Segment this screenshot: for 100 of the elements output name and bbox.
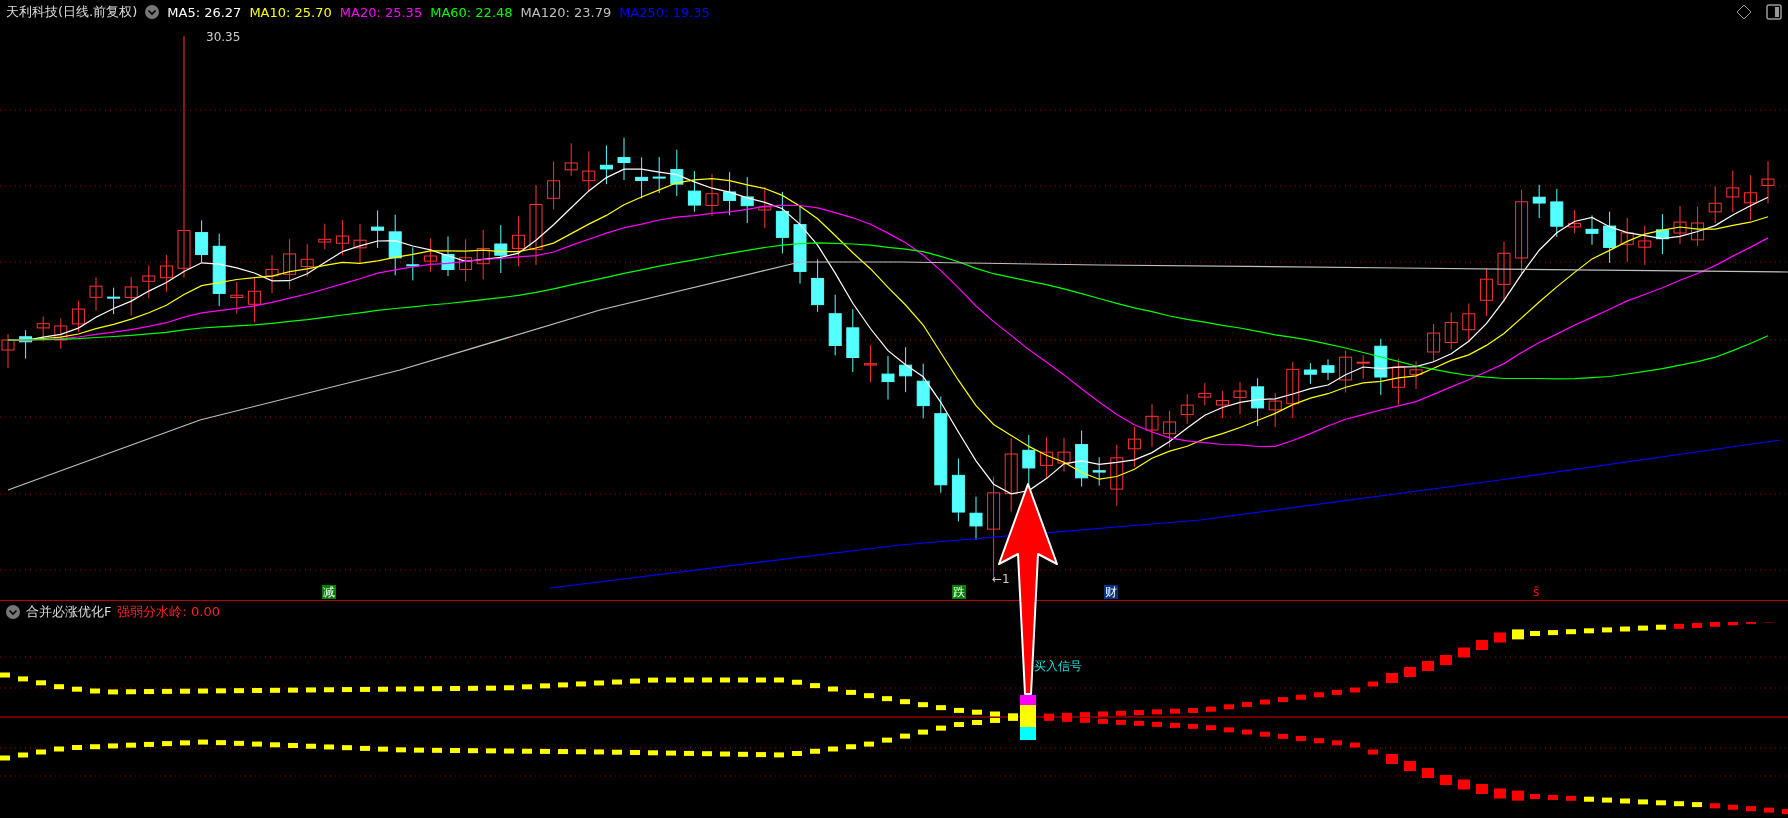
- candlestick: [758, 186, 772, 229]
- candlestick: [1092, 456, 1106, 487]
- candlestick: [1550, 188, 1564, 238]
- candlestick: [1356, 354, 1370, 379]
- candlestick: [300, 243, 314, 278]
- candlestick: [1075, 430, 1089, 488]
- candlestick: [283, 238, 297, 290]
- candlestick: [899, 346, 913, 393]
- candlestick: [1127, 426, 1141, 468]
- candlestick: [335, 219, 349, 256]
- candlestick: [547, 160, 561, 210]
- buy-signal-bar: [1020, 695, 1036, 740]
- candlestick: [459, 238, 473, 282]
- candlestick: [124, 276, 138, 316]
- event-marker[interactable]: ŝ: [1532, 585, 1541, 599]
- candlestick: [1726, 170, 1740, 213]
- candlestick: [652, 156, 666, 194]
- candlestick: [811, 258, 825, 313]
- candlestick: [54, 317, 68, 350]
- candlestick: [195, 219, 209, 263]
- candlestick: [687, 170, 701, 213]
- candlestick: [71, 300, 85, 333]
- moving-average-label: MA250: 19.35: [619, 4, 710, 20]
- moving-average-label: MA60: 22.48: [430, 4, 513, 20]
- candlestick: [1567, 209, 1581, 234]
- moving-average-label: MA5: 26.27: [167, 4, 242, 20]
- candlestick: [1286, 361, 1300, 419]
- candlestick: [863, 344, 877, 383]
- event-marker[interactable]: 跌: [952, 585, 966, 599]
- candlestick: [599, 144, 613, 185]
- candlestick: [1444, 312, 1458, 350]
- candlestick: [916, 363, 930, 419]
- candlestick: [670, 149, 684, 197]
- candlestick: [1233, 381, 1247, 415]
- candlestick: [1479, 267, 1493, 317]
- candlestick: [1743, 174, 1757, 221]
- candlestick: [1655, 213, 1669, 255]
- indicator-title: 合并必涨优化F: [26, 602, 112, 621]
- candlestick: [1339, 350, 1353, 393]
- candlestick: [1620, 217, 1634, 263]
- candlestick: [318, 223, 332, 250]
- candlestick: [635, 156, 649, 199]
- candlestick: [1039, 436, 1053, 480]
- candlestick: [1180, 393, 1194, 425]
- candlestick: [1022, 434, 1036, 486]
- candlestick: [723, 171, 737, 216]
- candlestick: [881, 355, 895, 400]
- candlestick: [1761, 160, 1775, 204]
- candlestick: [476, 229, 490, 280]
- candlestick: [1, 333, 15, 369]
- candlestick: [951, 457, 965, 522]
- candlestick: [969, 496, 983, 541]
- candlestick: [107, 287, 121, 315]
- candlestick: [1532, 184, 1546, 219]
- candlestick: [511, 215, 525, 267]
- candlestick: [564, 142, 578, 177]
- candlestick: [1110, 444, 1124, 507]
- candlestick: [441, 235, 455, 277]
- dropdown-icon[interactable]: [145, 5, 160, 19]
- candlestick: [19, 329, 33, 360]
- candlestick: [1303, 362, 1317, 385]
- candlestick: [265, 254, 279, 294]
- low-price-label: ←1: [992, 572, 1010, 586]
- high-price-label: 30.35: [206, 30, 241, 44]
- stock-title: 天利科技(日线.前复权): [6, 3, 138, 21]
- candlestick: [353, 223, 367, 265]
- candlestick: [406, 246, 420, 281]
- candlestick: [1268, 392, 1282, 428]
- moving-average-label: MA20: 25.35: [339, 4, 423, 20]
- candlestick: [1585, 214, 1599, 246]
- candlestick: [775, 191, 789, 254]
- candlestick: [494, 224, 508, 274]
- candlestick: [1374, 338, 1388, 396]
- event-marker[interactable]: 财: [1104, 585, 1118, 599]
- candlestick: [1409, 360, 1423, 390]
- candlestick: [1321, 358, 1335, 381]
- candlestick: [1427, 323, 1441, 363]
- candlestick: [159, 254, 173, 293]
- candlestick: [1251, 377, 1265, 427]
- candlestick: [142, 264, 156, 299]
- candlestick: [1638, 225, 1652, 266]
- candlestick: [1057, 437, 1071, 472]
- diamond-icon[interactable]: [1736, 4, 1752, 20]
- event-marker[interactable]: 减: [322, 585, 336, 599]
- dropdown-icon[interactable]: [6, 604, 20, 619]
- candlestick: [1673, 205, 1687, 245]
- panel-icon[interactable]: [1766, 4, 1782, 20]
- candlestick: [1163, 410, 1177, 448]
- candlestick: [1462, 303, 1476, 343]
- candlestick: [230, 281, 244, 315]
- candlestick: [247, 277, 261, 323]
- candlestick: [1708, 185, 1722, 224]
- candlestick: [705, 173, 719, 217]
- candlestick: [36, 316, 50, 342]
- candlestick: [1603, 211, 1617, 264]
- candlestick: [740, 176, 754, 224]
- candlestick: [1145, 403, 1159, 448]
- candlestick: [1391, 358, 1405, 406]
- candlestick: [1497, 241, 1511, 303]
- moving-average-label: MA10: 25.70: [249, 4, 332, 20]
